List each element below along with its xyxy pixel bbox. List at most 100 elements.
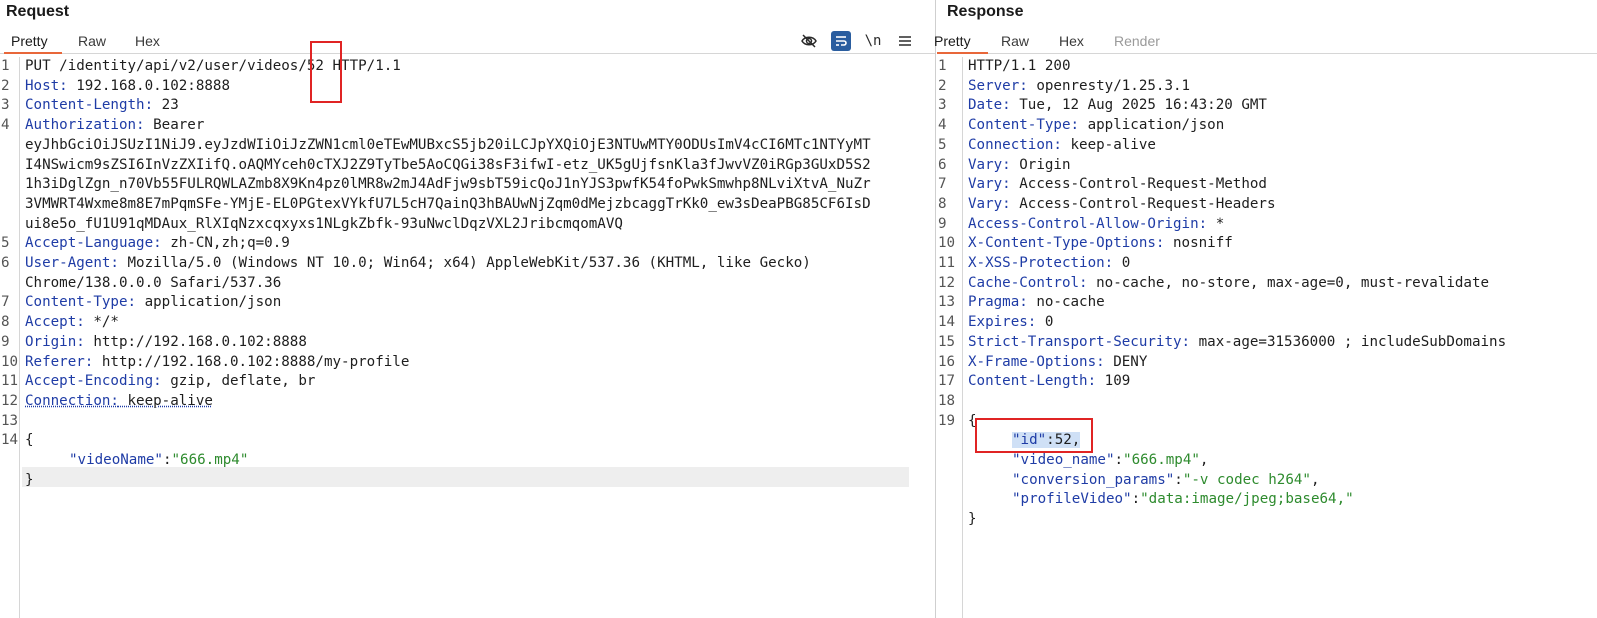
eye-off-icon[interactable]: [799, 31, 819, 51]
header-name: Date:: [968, 97, 1011, 114]
header-name: Connection:: [968, 136, 1062, 153]
header-value: http://192.168.0.102:8888/my-profile: [93, 353, 410, 370]
json-brace: }: [25, 471, 34, 488]
json-line: "video_name":"666.mp4",: [1012, 451, 1208, 471]
line-number: 12: [938, 274, 956, 291]
header-value: 0: [1113, 255, 1131, 271]
response-line: Vary: Origin: [968, 156, 1071, 176]
line-number: 8: [938, 195, 947, 212]
request-line: Content-Type: application/json: [25, 293, 281, 313]
json-brace: }: [968, 511, 977, 528]
header-value: Mozilla/5.0 (Windows NT 10.0; Win64; x64…: [118, 255, 811, 271]
json-key: "video_name": [1012, 452, 1115, 468]
request-line: Accept: */*: [25, 313, 119, 333]
header-name: X-XSS-Protection:: [968, 255, 1114, 271]
json-key: "conversion_params": [1012, 471, 1175, 488]
header-value: gzip, deflate, br: [161, 373, 316, 390]
request-tabbar: Pretty Raw Hex: [0, 28, 935, 54]
response-tab-hex[interactable]: Hex: [1059, 30, 1084, 54]
newline-toggle-button[interactable]: \n: [863, 31, 883, 51]
json-key: "profileVideo": [1012, 491, 1132, 508]
line-number: 5: [1, 235, 10, 252]
header-value: 109: [1096, 373, 1131, 390]
request-tab-raw[interactable]: Raw: [78, 30, 106, 54]
wrap-lines-icon[interactable]: [831, 31, 851, 51]
highlight-box-response-id: [975, 418, 1093, 453]
json-brace: {: [25, 432, 34, 449]
header-value: keep-alive: [1061, 136, 1156, 153]
line-number: 16: [938, 353, 956, 370]
header-name: Accept-Language:: [25, 235, 162, 252]
response-gutter: 1 2 3 4 5 6 7 8 9 10 11 12 13 14 15 16 1…: [937, 57, 963, 618]
status-line: HTTP/1.1 200: [968, 58, 1071, 74]
request-line: Authorization: Bearer: [25, 116, 204, 136]
header-name: User-Agent:: [25, 255, 119, 271]
line-number: 2: [938, 77, 947, 94]
line-number: 3: [938, 97, 947, 114]
json-value: "666.mp4": [1123, 452, 1200, 468]
request-title: Request: [6, 3, 70, 20]
response-panel: Response Pretty Raw Hex Render 1 2 3 4 5…: [934, 0, 1597, 618]
line-number: 7: [1, 294, 10, 311]
response-tabbar: Pretty Raw Hex Render: [934, 28, 1597, 54]
header-name: Strict-Transport-Security:: [968, 333, 1191, 350]
response-line: X-XSS-Protection: 0: [968, 254, 1130, 274]
line-number: 17: [938, 373, 956, 390]
header-value: max-age=31536000 ; includeSubDomains: [1190, 333, 1507, 350]
header-name: Server:: [968, 77, 1028, 94]
response-line: Expires: 0: [968, 313, 1053, 333]
json-colon: :: [1174, 471, 1183, 488]
response-line: Content-Length: 109: [968, 372, 1130, 392]
request-line: Referer: http://192.168.0.102:8888/my-pr…: [25, 353, 409, 373]
header-value: http://192.168.0.102:8888: [84, 333, 307, 350]
request-line: Host: 192.168.0.102:8888: [25, 77, 230, 97]
header-value: keep-alive: [118, 392, 213, 409]
header-name: Expires:: [968, 314, 1037, 331]
response-tab-pretty[interactable]: Pretty: [934, 30, 988, 54]
header-value: 23: [153, 97, 179, 114]
response-editor[interactable]: 1 2 3 4 5 6 7 8 9 10 11 12 13 14 15 16 1…: [937, 57, 1597, 618]
header-name: Content-Type:: [968, 117, 1080, 134]
request-editor[interactable]: 1 2 3 4 5 6 7 8 9 10 11 12 13 14 PUT /id…: [0, 41, 935, 618]
line-number: 4: [938, 117, 947, 134]
request-line: Connection: keep-alive: [25, 392, 213, 412]
header-name: Vary:: [968, 176, 1011, 193]
header-name: Referer:: [25, 353, 94, 370]
header-value: openresty/1.25.3.1: [1027, 77, 1191, 94]
menu-icon[interactable]: [895, 31, 915, 51]
header-name: Pragma:: [968, 294, 1028, 311]
response-line: Strict-Transport-Security: max-age=31536…: [968, 333, 1506, 353]
response-line: Pragma: no-cache: [968, 293, 1105, 313]
line-number: 13: [1, 412, 19, 429]
line-number: 10: [1, 353, 19, 370]
header-value: application/json: [1079, 117, 1225, 134]
request-tab-hex[interactable]: Hex: [135, 30, 160, 54]
line-number: 19: [938, 412, 956, 429]
json-colon: :: [1114, 452, 1124, 468]
request-gutter: 1 2 3 4 5 6 7 8 9 10 11 12 13 14: [0, 57, 20, 618]
header-name: X-Content-Type-Options:: [968, 235, 1165, 252]
header-value: 192.168.0.102:8888: [67, 77, 231, 94]
json-colon: :: [1131, 491, 1141, 508]
line-number: 14: [1, 432, 19, 449]
http-message-viewer: Request Pretty Raw Hex \n 1 2 3 4 5 6 7 …: [0, 0, 1597, 618]
response-title: Response: [947, 3, 1024, 20]
token-line: I4NSwicm9sZSI6InVzZXIifQ.oAQMYceh0cTXJ2Z…: [25, 156, 871, 173]
json-value: "data:image/jpeg;base64,": [1140, 491, 1354, 508]
response-line: Vary: Access-Control-Request-Headers: [968, 195, 1276, 215]
json-line: "conversion_params":"-v codec h264",: [1012, 471, 1320, 491]
header-name: Connection:: [25, 392, 119, 409]
response-tab-render[interactable]: Render: [1114, 30, 1160, 54]
request-tab-pretty[interactable]: Pretty: [4, 30, 62, 54]
response-tab-raw[interactable]: Raw: [1001, 30, 1029, 54]
line-number: 12: [1, 392, 19, 409]
header-value: 0: [1036, 314, 1054, 331]
header-name: Access-Control-Allow-Origin:: [968, 215, 1208, 232]
header-name: Accept-Encoding:: [25, 373, 162, 390]
json-colon: :: [162, 452, 172, 468]
line-number: 1: [1, 58, 10, 74]
line-number: 6: [1, 255, 10, 271]
line-number: 3: [1, 97, 10, 114]
request-line: Accept-Language: zh-CN,zh;q=0.9: [25, 234, 290, 254]
header-name: Vary:: [968, 156, 1011, 173]
